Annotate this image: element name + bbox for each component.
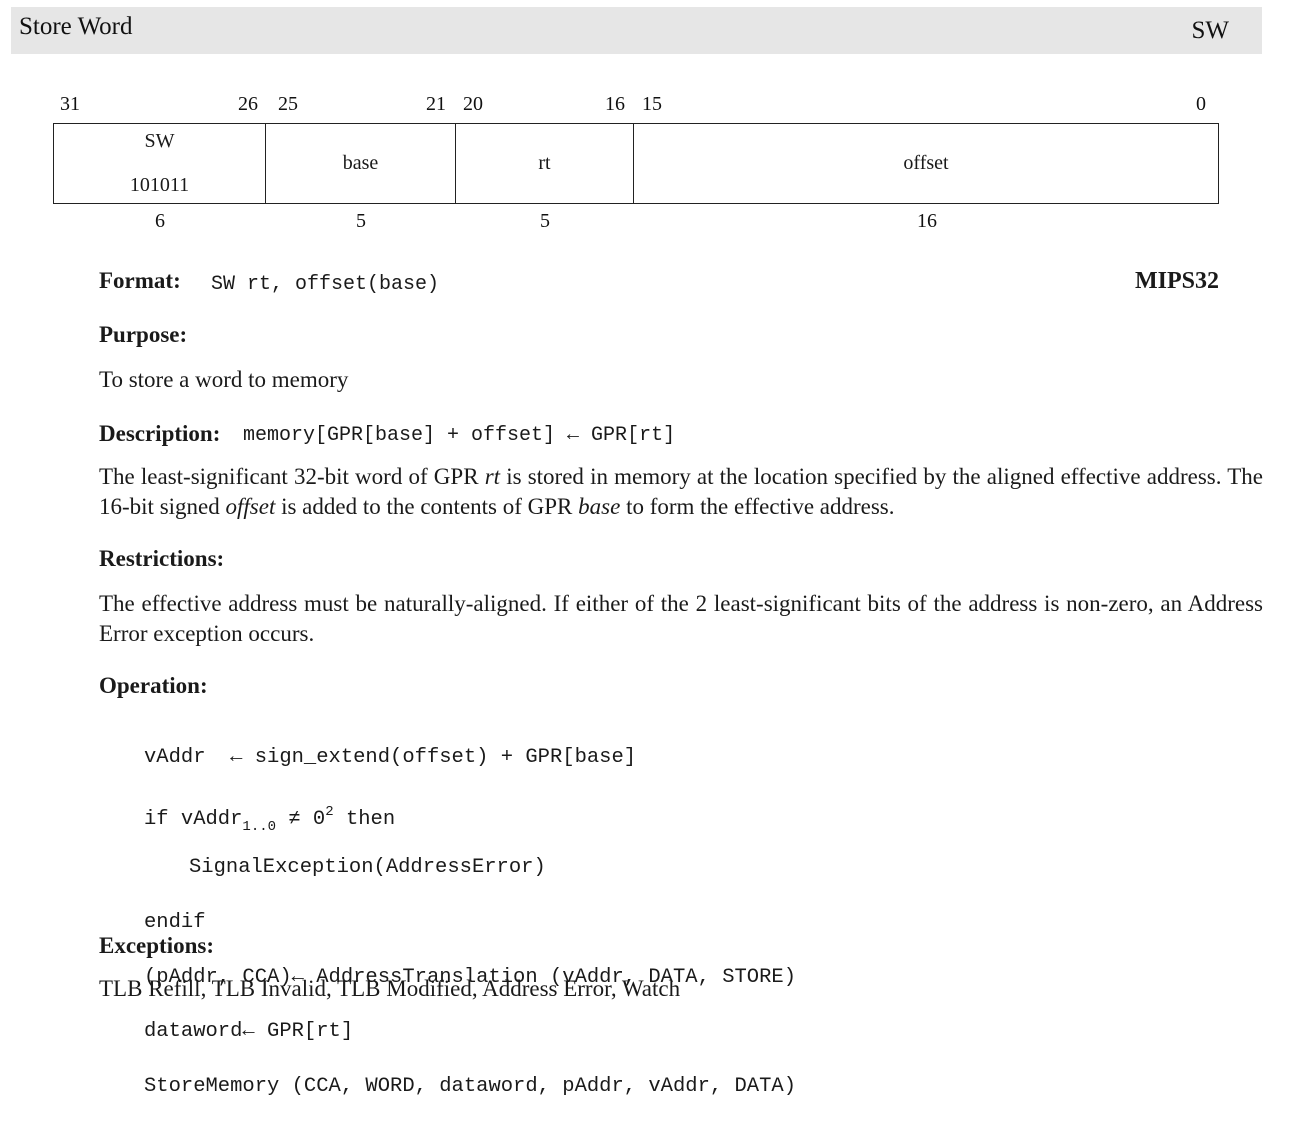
field-opcode-name: SW: [144, 130, 175, 152]
bit-number: 0: [1196, 93, 1206, 115]
code-line: dataword← GPR[rt]: [144, 1020, 354, 1044]
field-width: 5: [540, 210, 550, 232]
operation-code: vAddr ← sign_extend(offset) + GPR[base] …: [144, 717, 796, 1128]
field-base-name: base: [342, 152, 379, 174]
format-syntax: SW rt, offset(base): [211, 273, 440, 296]
field-offset-name: offset: [903, 152, 949, 174]
restrictions-text: The effective address must be naturally-…: [99, 591, 1263, 646]
field-width: 5: [356, 210, 366, 232]
code-line: SignalException(AddressError): [189, 856, 546, 879]
exceptions-heading: Exceptions:: [99, 933, 214, 958]
field-width: 6: [155, 210, 165, 232]
purpose-heading: Purpose:: [99, 322, 188, 347]
bit-number: 20: [463, 93, 483, 115]
field-opcode-value: 101011: [129, 174, 190, 196]
code-line: StoreMemory (CCA, WORD, dataword, pAddr,…: [144, 1075, 797, 1099]
bit-number: 15: [642, 93, 662, 115]
format-row: Format: SW rt, offset(base) MIPS32: [99, 268, 1219, 298]
bit-number: 31: [60, 93, 80, 115]
architecture-label: MIPS32: [1135, 268, 1219, 294]
description-code: memory[GPR[base] + offset] ← GPR[rt]: [243, 424, 676, 447]
field-rt-name: rt: [538, 152, 551, 174]
field-base: base: [266, 124, 456, 203]
field-rt: rt: [456, 124, 634, 203]
format-label: Format:: [99, 268, 181, 293]
description-heading: Description:: [99, 421, 221, 446]
code-line: vAddr ← sign_extend(offset) + GPR[base]: [144, 746, 637, 770]
field-opcode: SW 101011: [54, 124, 266, 203]
bit-number: 16: [605, 93, 625, 115]
field-offset: offset: [634, 124, 1218, 203]
encoding-fields: SW 101011 base rt offset: [53, 123, 1219, 204]
code-line: endif: [144, 910, 206, 934]
header-bar: Store Word SW: [11, 7, 1262, 54]
bit-number: 26: [238, 93, 258, 115]
description-text: The least-significant 32-bit word of GPR…: [99, 464, 1263, 519]
bit-number: 21: [426, 93, 446, 115]
instruction-mnemonic: SW: [1191, 17, 1230, 44]
purpose-text: To store a word to memory: [99, 367, 349, 392]
bit-number: 25: [278, 93, 298, 115]
code-line: if vAddr1..0 ≠ 02 then: [144, 804, 396, 836]
operation-heading: Operation:: [99, 673, 208, 698]
field-width: 16: [917, 210, 937, 232]
instruction-title: Store Word: [19, 13, 133, 40]
exceptions-text: TLB Refill, TLB Invalid, TLB Modified, A…: [99, 976, 681, 1001]
restrictions-heading: Restrictions:: [99, 546, 225, 571]
